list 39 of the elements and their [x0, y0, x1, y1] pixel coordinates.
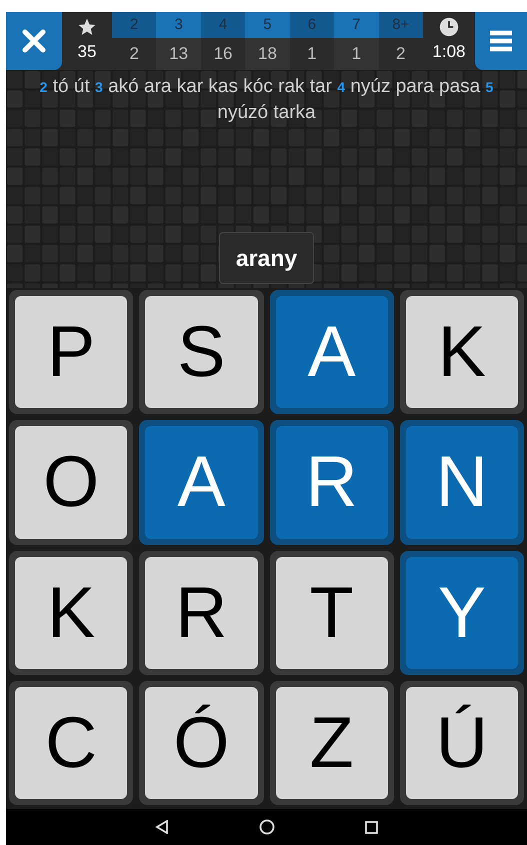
close-icon: [21, 28, 47, 54]
length-count: 13: [156, 38, 201, 70]
length-count: 18: [245, 38, 290, 70]
letter-tile[interactable]: A: [270, 290, 394, 414]
letter-tile[interactable]: R: [139, 550, 264, 675]
letter-tile[interactable]: Ú: [400, 680, 524, 805]
letter-tile[interactable]: R: [270, 420, 394, 544]
letter-tile[interactable]: Z: [270, 680, 394, 805]
length-label: 2: [112, 12, 156, 38]
menu-button[interactable]: [474, 12, 527, 70]
length-label: 8+: [378, 12, 423, 38]
letter-tile[interactable]: Y: [400, 550, 524, 675]
home-icon[interactable]: [259, 819, 275, 835]
letter-tile[interactable]: K: [400, 290, 524, 414]
length-label: 7: [334, 12, 379, 38]
letter-tile[interactable]: A: [139, 420, 264, 544]
found-words-list: 2 tó út 3 akó ara kar kas kóc rak tar 4 nyúz para pasa 5 nyúzó tarka: [6, 70, 527, 126]
recents-icon[interactable]: [365, 820, 378, 834]
letter-tile[interactable]: O: [9, 420, 134, 544]
letter-tile[interactable]: P: [9, 290, 134, 414]
back-icon[interactable]: [155, 820, 169, 834]
close-button[interactable]: [6, 12, 62, 70]
letter-tile[interactable]: S: [139, 290, 264, 414]
length-label: 3: [156, 12, 201, 38]
letter-tile[interactable]: N: [400, 420, 524, 544]
letter-tile[interactable]: C: [9, 680, 134, 805]
length-label: 5: [245, 12, 290, 38]
length-count: 1: [334, 38, 379, 70]
current-word: arany: [218, 232, 314, 284]
menu-icon: [488, 29, 514, 53]
clock-icon: [438, 17, 459, 38]
score: 35: [78, 41, 96, 64]
length-label: 6: [290, 12, 334, 38]
letter-tile[interactable]: Ó: [139, 680, 264, 805]
star-icon: [77, 17, 97, 38]
letter-tile[interactable]: T: [270, 550, 394, 675]
timer: 1:08: [432, 41, 466, 64]
letter-tile[interactable]: K: [9, 550, 134, 675]
length-label: 4: [200, 12, 246, 38]
